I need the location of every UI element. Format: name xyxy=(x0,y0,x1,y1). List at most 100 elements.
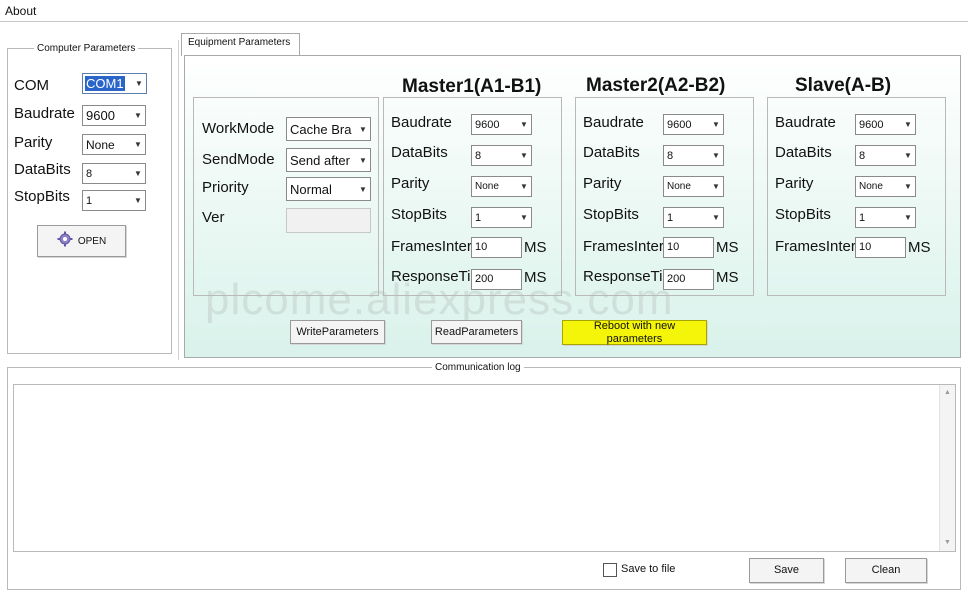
master2-frames-unit: MS xyxy=(716,239,739,256)
slave-stopbits-label: StopBits xyxy=(775,206,831,223)
scroll-up-icon[interactable]: ▲ xyxy=(940,385,955,401)
chevron-down-icon: ▼ xyxy=(520,120,528,129)
chevron-down-icon: ▼ xyxy=(904,213,912,222)
computer-parameters-title: Computer Parameters xyxy=(37,43,136,54)
parity-select[interactable]: None ▼ xyxy=(82,134,146,155)
slave-databits-label: DataBits xyxy=(775,144,832,161)
priority-select[interactable]: Normal ▼ xyxy=(286,177,371,201)
baudrate-label: Baudrate xyxy=(14,105,75,122)
slave-databits-select[interactable]: 8 ▼ xyxy=(855,145,916,166)
master2-frames-label: FramesInter xyxy=(583,238,663,255)
master2-stopbits-value: 1 xyxy=(667,211,674,224)
priority-label: Priority xyxy=(202,179,249,196)
reboot-button[interactable]: Reboot with new parameters xyxy=(562,320,707,345)
tab-label: Equipment Parameters xyxy=(188,37,291,48)
save-to-file-checkbox[interactable] xyxy=(603,563,617,577)
master1-baudrate-label: Baudrate xyxy=(391,114,452,131)
master2-baudrate-value: 9600 xyxy=(667,118,692,131)
slave-parity-select[interactable]: None ▼ xyxy=(855,176,916,197)
baudrate-select[interactable]: 9600 ▼ xyxy=(82,105,146,126)
master2-stopbits-select[interactable]: 1 ▼ xyxy=(663,207,724,228)
write-parameters-button[interactable]: WriteParameters xyxy=(290,320,385,344)
com-label: COM xyxy=(14,77,49,94)
master1-title: Master1(A1-B1) xyxy=(402,76,542,97)
master2-title: Master2(A2-B2) xyxy=(586,75,726,96)
slave-frames-input[interactable]: 10 xyxy=(855,237,906,258)
slave-baudrate-value: 9600 xyxy=(859,118,884,131)
baudrate-value: 9600 xyxy=(86,108,115,123)
chevron-down-icon: ▼ xyxy=(134,111,142,120)
chevron-down-icon: ▼ xyxy=(134,169,142,178)
master1-databits-value: 8 xyxy=(475,149,482,162)
chevron-down-icon: ▼ xyxy=(359,184,367,194)
master1-databits-label: DataBits xyxy=(391,144,448,161)
slave-title: Slave(A-B) xyxy=(795,75,892,96)
databits-label: DataBits xyxy=(14,161,71,178)
master2-response-input[interactable]: 200 xyxy=(663,269,714,290)
open-button[interactable]: OPEN xyxy=(37,225,126,257)
chevron-down-icon: ▼ xyxy=(904,151,912,160)
com-select[interactable]: COM1 ▼ xyxy=(82,73,147,94)
log-textarea[interactable] xyxy=(13,384,956,552)
gear-icon xyxy=(57,231,73,251)
chevron-down-icon: ▼ xyxy=(712,120,720,129)
clean-button[interactable]: Clean xyxy=(845,558,927,583)
master2-response-unit: MS xyxy=(716,269,739,286)
log-scrollbar[interactable]: ▲ ▼ xyxy=(939,385,955,551)
read-parameters-button[interactable]: ReadParameters xyxy=(431,320,522,344)
ver-field[interactable] xyxy=(286,208,371,233)
master2-response-label: ResponseTi xyxy=(583,268,663,285)
save-to-file-label: Save to file xyxy=(621,563,676,575)
menu-bar: About xyxy=(0,0,968,22)
master1-stopbits-label: StopBits xyxy=(391,206,447,223)
save-button[interactable]: Save xyxy=(749,558,824,583)
master1-frames-input[interactable]: 10 xyxy=(471,237,522,258)
master1-parity-value: None xyxy=(475,181,499,192)
master1-baudrate-select[interactable]: 9600 ▼ xyxy=(471,114,532,135)
master2-databits-select[interactable]: 8 ▼ xyxy=(663,145,724,166)
master2-databits-value: 8 xyxy=(667,149,674,162)
workmode-select[interactable]: Cache Bra ▼ xyxy=(286,117,371,141)
master1-response-input[interactable]: 200 xyxy=(471,269,522,290)
master2-frames-input[interactable]: 10 xyxy=(663,237,714,258)
master1-parity-select[interactable]: None ▼ xyxy=(471,176,532,197)
chevron-down-icon: ▼ xyxy=(134,140,142,149)
master1-stopbits-select[interactable]: 1 ▼ xyxy=(471,207,532,228)
stopbits-value: 1 xyxy=(86,194,93,207)
parity-value: None xyxy=(86,137,115,152)
chevron-down-icon: ▼ xyxy=(135,79,143,88)
section-divider xyxy=(178,40,179,360)
sendmode-select[interactable]: Send after ▼ xyxy=(286,148,371,172)
scroll-down-icon[interactable]: ▼ xyxy=(940,535,955,551)
workmode-label: WorkMode xyxy=(202,120,275,137)
slave-stopbits-select[interactable]: 1 ▼ xyxy=(855,207,916,228)
chevron-down-icon: ▼ xyxy=(520,213,528,222)
stopbits-select[interactable]: 1 ▼ xyxy=(82,190,146,211)
slave-baudrate-select[interactable]: 9600 ▼ xyxy=(855,114,916,135)
master2-parity-select[interactable]: None ▼ xyxy=(663,176,724,197)
ver-label: Ver xyxy=(202,209,225,226)
chevron-down-icon: ▼ xyxy=(904,120,912,129)
chevron-down-icon: ▼ xyxy=(712,182,720,191)
databits-select[interactable]: 8 ▼ xyxy=(82,163,146,184)
master1-frames-unit: MS xyxy=(524,239,547,256)
chevron-down-icon: ▼ xyxy=(359,155,367,165)
com-value: COM1 xyxy=(85,76,125,91)
master2-baudrate-select[interactable]: 9600 ▼ xyxy=(663,114,724,135)
tab-equipment-parameters[interactable]: Equipment Parameters xyxy=(181,33,300,56)
slave-frames-label: FramesInter xyxy=(775,238,855,255)
stopbits-label: StopBits xyxy=(14,188,70,205)
master1-stopbits-value: 1 xyxy=(475,211,482,224)
sendmode-value: Send after xyxy=(290,152,350,168)
master1-parity-label: Parity xyxy=(391,175,430,192)
chevron-down-icon: ▼ xyxy=(134,196,142,205)
menu-about[interactable]: About xyxy=(5,4,36,18)
priority-value: Normal xyxy=(290,181,332,197)
master2-databits-label: DataBits xyxy=(583,144,640,161)
databits-value: 8 xyxy=(86,167,93,180)
master2-parity-label: Parity xyxy=(583,175,622,192)
slave-frames-unit: MS xyxy=(908,239,931,256)
chevron-down-icon: ▼ xyxy=(520,182,528,191)
master1-databits-select[interactable]: 8 ▼ xyxy=(471,145,532,166)
master2-parity-value: None xyxy=(667,181,691,192)
